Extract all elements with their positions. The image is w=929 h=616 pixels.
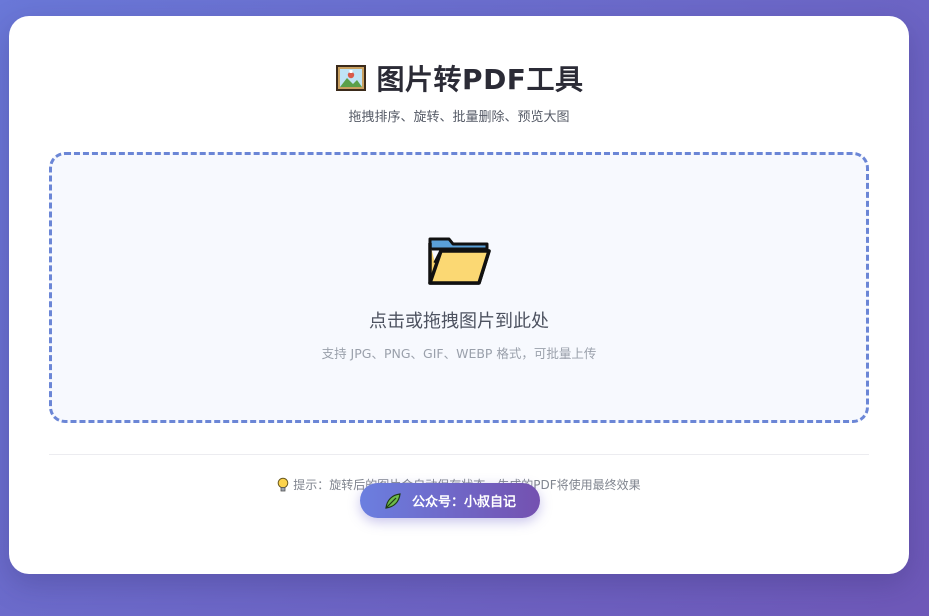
- upload-dropzone[interactable]: 点击或拖拽图片到此处 支持 JPG、PNG、GIF、WEBP 格式，可批量上传: [49, 152, 869, 423]
- leaf-icon: [384, 492, 402, 510]
- header: 图片转PDF工具 拖拽排序、旋转、批量删除、预览大图: [9, 60, 909, 125]
- dropzone-content: 点击或拖拽图片到此处 支持 JPG、PNG、GIF、WEBP 格式，可批量上传: [52, 233, 866, 362]
- title-row: 图片转PDF工具: [9, 60, 909, 96]
- badge-text: 公众号：小叔自记: [411, 495, 516, 510]
- lightbulb-icon: [277, 477, 289, 493]
- divider: [49, 454, 869, 455]
- page-title: 图片转PDF工具: [376, 63, 584, 96]
- page-subtitle: 拖拽排序、旋转、批量删除、预览大图: [348, 110, 570, 125]
- dropzone-text: 点击或拖拽图片到此处: [369, 311, 549, 332]
- wechat-account-badge[interactable]: 公众号：小叔自记: [360, 483, 540, 518]
- framed-picture-icon: [335, 64, 367, 92]
- dropzone-hint: 支持 JPG、PNG、GIF、WEBP 格式，可批量上传: [321, 346, 597, 361]
- folder-icon: [427, 233, 491, 287]
